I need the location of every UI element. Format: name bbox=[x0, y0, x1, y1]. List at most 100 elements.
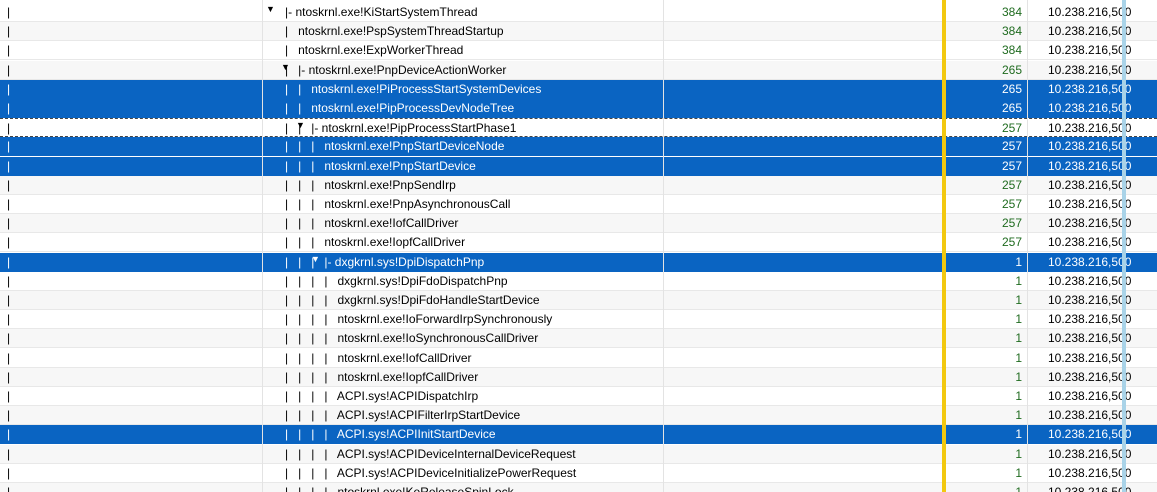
stack-frame-label: | | | | ACPI.sys!ACPIDeviceInternalDevic… bbox=[285, 446, 576, 461]
sample-count: 257 bbox=[1001, 197, 1022, 211]
table-row[interactable]: | ▼ | | | |- dxgkrnl.sys!DpiDispatchPnp 1 10… bbox=[0, 252, 1157, 272]
sample-count: 1 bbox=[1015, 312, 1022, 327]
stack-frame-label: | | | | ntoskrnl.exe!IoForwardIrpSynchro… bbox=[285, 312, 553, 327]
timestamp-value: 10.238.216,500 bbox=[1048, 5, 1132, 19]
column-divider[interactable] bbox=[262, 0, 263, 492]
table-row[interactable]: | | | | | ntoskrnl.exe!IoSynchronousCallD… bbox=[0, 329, 1157, 349]
expand-collapse-arrow-icon[interactable]: ▼ bbox=[266, 4, 275, 14]
table-row[interactable]: | | | | | dxgkrnl.sys!DpiFdoHandleStartDe… bbox=[0, 291, 1157, 310]
tree-lead-bar: | bbox=[7, 465, 11, 480]
table-row[interactable]: | | | ntoskrnl.exe!PiProcessStartSystemDe… bbox=[0, 79, 1157, 99]
table-row[interactable]: | | | | ntoskrnl.exe!IofCallDriver 257 10.2… bbox=[0, 214, 1157, 234]
timestamp-value: 10.238.216,500 bbox=[1048, 350, 1132, 365]
tree-lead-bar: | bbox=[7, 427, 11, 442]
stack-frame-label: | ntoskrnl.exe!PspSystemThreadStartup bbox=[285, 24, 504, 39]
timestamp-value: 10.238.216,500 bbox=[1048, 254, 1132, 269]
sample-count: 1 bbox=[1015, 331, 1022, 346]
sample-count: 1 bbox=[1015, 446, 1022, 461]
tree-lead-bar: | bbox=[7, 273, 11, 288]
sample-count: 1 bbox=[1015, 465, 1022, 480]
table-row[interactable]: | | | | ntoskrnl.exe!PnpStartDevice 257 10.… bbox=[0, 156, 1157, 176]
tree-lead-bar: | bbox=[7, 121, 11, 136]
table-row[interactable]: | | | | | ACPI.sys!ACPIFilterIrpStartDevi… bbox=[0, 406, 1157, 426]
table-row[interactable]: | | | | | ntoskrnl.exe!IofCallDriver 1 10.2… bbox=[0, 349, 1157, 368]
timestamp-value: 10.238.216,500 bbox=[1048, 485, 1132, 492]
sample-count: 1 bbox=[1015, 485, 1022, 492]
sample-count: 257 bbox=[1001, 235, 1022, 250]
stack-frame-label: | | | ntoskrnl.exe!PnpStartDeviceNode bbox=[285, 139, 505, 154]
sample-count: 1 bbox=[1015, 350, 1022, 365]
stack-frame-label: | | | ntoskrnl.exe!PnpSendIrp bbox=[285, 177, 456, 192]
timestamp-value: 10.238.216,500 bbox=[1048, 62, 1132, 77]
table-row[interactable]: | ▼ | | |- ntoskrnl.exe!PipProcessStartPha… bbox=[0, 118, 1157, 138]
sample-count: 1 bbox=[1015, 427, 1022, 442]
stack-frame-label: | | ntoskrnl.exe!PiProcessStartSystemDev… bbox=[285, 81, 542, 96]
timestamp-value: 10.238.216,500 bbox=[1048, 197, 1132, 211]
timestamp-value: 10.238.216,500 bbox=[1048, 465, 1132, 480]
stack-frame-label: | | | | ACPI.sys!ACPIInitStartDevice bbox=[285, 427, 496, 442]
tree-lead-bar: | bbox=[7, 43, 11, 58]
timestamp-value: 10.238.216,500 bbox=[1048, 427, 1132, 442]
time-marker-gold[interactable] bbox=[942, 0, 946, 492]
timestamp-value: 10.238.216,500 bbox=[1048, 177, 1132, 192]
column-divider[interactable] bbox=[663, 0, 664, 492]
stack-frame-label: | | | |- dxgkrnl.sys!DpiDispatchPnp bbox=[285, 254, 485, 269]
tree-lead-bar: | bbox=[7, 158, 11, 173]
stack-frame-label: | | | ntoskrnl.exe!IofCallDriver bbox=[285, 216, 459, 231]
table-row[interactable]: | | | | | ACPI.sys!ACPIDeviceInternalDevi… bbox=[0, 444, 1157, 464]
table-row[interactable]: | ▼ | |- ntoskrnl.exe!PnpDeviceActionWorke… bbox=[0, 60, 1157, 80]
tree-lead-bar: | bbox=[7, 81, 11, 96]
tree-lead-bar: | bbox=[7, 216, 11, 231]
sample-count: 1 bbox=[1015, 408, 1022, 423]
timestamp-value: 10.238.216,500 bbox=[1048, 139, 1132, 154]
table-row[interactable]: | | | | | ACPI.sys!ACPIDeviceInitializePo… bbox=[0, 464, 1157, 483]
stack-frame-label: | | | ntoskrnl.exe!PnpStartDevice bbox=[285, 158, 476, 173]
tree-lead-bar: | bbox=[7, 312, 11, 327]
sample-count: 257 bbox=[1001, 177, 1022, 192]
tree-lead-bar: | bbox=[7, 177, 11, 192]
sample-count: 1 bbox=[1015, 273, 1022, 288]
table-row[interactable]: | | | | | ntoskrnl.exe!KeReleaseSpinLock 1… bbox=[0, 483, 1157, 492]
time-marker-blue[interactable] bbox=[1122, 0, 1126, 492]
sample-count: 1 bbox=[1015, 369, 1022, 384]
sample-count: 384 bbox=[1001, 43, 1022, 58]
tree-lead-bar: | bbox=[7, 254, 11, 269]
timestamp-value: 10.238.216,500 bbox=[1048, 273, 1132, 288]
stack-frame-label: | | | | ntoskrnl.exe!IopfCallDriver bbox=[285, 369, 479, 384]
timestamp-value: 10.238.216,500 bbox=[1048, 446, 1132, 461]
sample-count: 384 bbox=[1001, 24, 1022, 39]
timestamp-value: 10.238.216,500 bbox=[1048, 43, 1132, 58]
column-divider[interactable] bbox=[1027, 0, 1028, 492]
stack-frame-label: | | | | dxgkrnl.sys!DpiFdoHandleStartDev… bbox=[285, 293, 540, 307]
table-row[interactable]: | ▼ |- ntoskrnl.exe!KiStartSystemThread 384… bbox=[0, 3, 1157, 22]
call-stack-tree-grid[interactable]: | ▼ |- ntoskrnl.exe!KiStartSystemThread 384… bbox=[0, 0, 1157, 492]
table-row[interactable]: | | | | | ntoskrnl.exe!IopfCallDriver 1 10.… bbox=[0, 367, 1157, 387]
timestamp-value: 10.238.216,500 bbox=[1048, 24, 1132, 39]
tree-lead-bar: | bbox=[7, 408, 11, 423]
tree-lead-bar: | bbox=[7, 101, 11, 115]
stack-frame-label: | | |- ntoskrnl.exe!PipProcessStartPhase… bbox=[285, 121, 517, 136]
table-row[interactable]: | | | | ntoskrnl.exe!PnpStartDeviceNode 25… bbox=[0, 137, 1157, 157]
table-row[interactable]: | | | | ntoskrnl.exe!PnpAsynchronousCall 2… bbox=[0, 195, 1157, 214]
timestamp-value: 10.238.216,500 bbox=[1048, 121, 1132, 136]
timestamp-value: 10.238.216,500 bbox=[1048, 216, 1132, 231]
timestamp-value: 10.238.216,500 bbox=[1048, 158, 1132, 173]
tree-lead-bar: | bbox=[7, 331, 11, 346]
sample-count: 257 bbox=[1001, 121, 1022, 136]
table-row[interactable]: | | ntoskrnl.exe!ExpWorkerThread 384 10.238… bbox=[0, 41, 1157, 61]
sample-count: 1 bbox=[1015, 254, 1022, 269]
table-row[interactable]: | | | | ntoskrnl.exe!IopfCallDriver 257 10.… bbox=[0, 233, 1157, 253]
table-row[interactable]: | | | | | dxgkrnl.sys!DpiFdoDispatchPnp 1 1… bbox=[0, 272, 1157, 291]
timestamp-value: 10.238.216,500 bbox=[1048, 101, 1132, 115]
table-row[interactable]: | | ntoskrnl.exe!PspSystemThreadStartup 38… bbox=[0, 22, 1157, 42]
stack-frame-label: | | | | ntoskrnl.exe!IoSynchronousCallDr… bbox=[285, 331, 539, 346]
table-row[interactable]: | | | | | ntoskrnl.exe!IoForwardIrpSynchr… bbox=[0, 310, 1157, 330]
table-row[interactable]: | | | ntoskrnl.exe!PipProcessDevNodeTree 2… bbox=[0, 99, 1157, 118]
sample-count: 257 bbox=[1001, 216, 1022, 231]
table-row[interactable]: | | | | | ACPI.sys!ACPIInitStartDevice 1 10… bbox=[0, 425, 1157, 445]
tree-lead-bar: | bbox=[7, 24, 11, 39]
table-row[interactable]: | | | | ntoskrnl.exe!PnpSendIrp 257 10.238.… bbox=[0, 175, 1157, 195]
table-row[interactable]: | | | | | ACPI.sys!ACPIDispatchIrp 1 10.238… bbox=[0, 387, 1157, 406]
sample-count: 265 bbox=[1001, 81, 1022, 96]
stack-frame-label: | | | ntoskrnl.exe!PnpAsynchronousCall bbox=[285, 197, 511, 211]
